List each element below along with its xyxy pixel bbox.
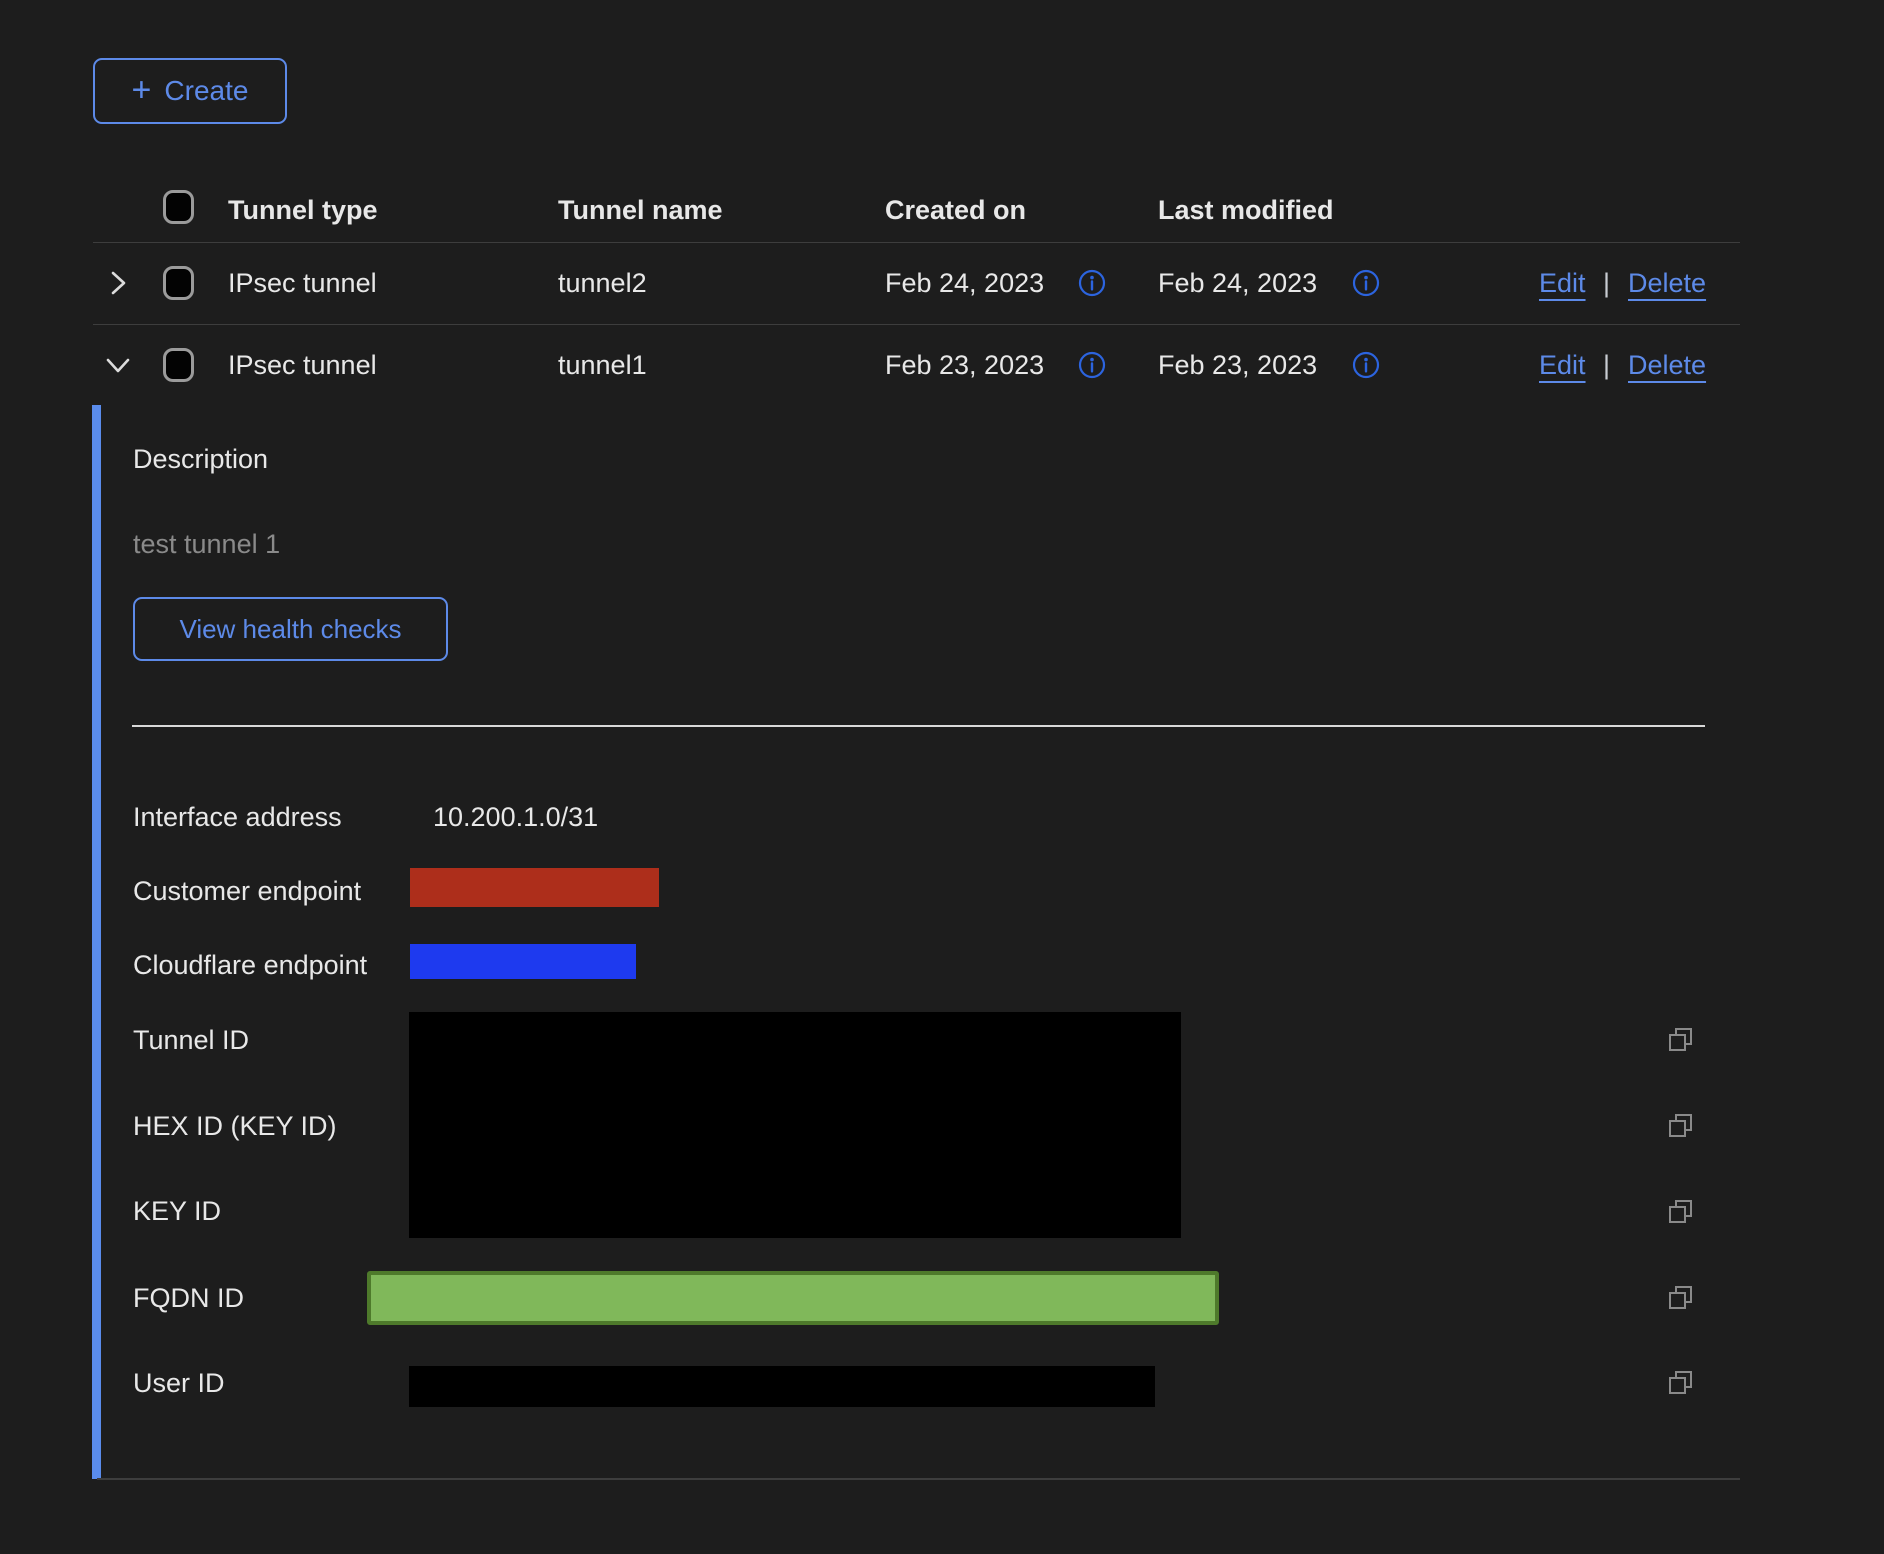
copy-icon[interactable] — [1666, 1282, 1696, 1312]
customer-endpoint-redacted-value — [410, 868, 659, 907]
tunnels-page: + Create Tunnel type Tunnel name Created… — [0, 0, 1884, 1554]
col-header-tunnel-type: Tunnel type — [228, 193, 378, 227]
key-id-label: KEY ID — [133, 1194, 221, 1228]
info-icon[interactable] — [1352, 351, 1380, 379]
user-id-redacted-value — [409, 1366, 1155, 1407]
delete-link[interactable]: Delete — [1628, 348, 1706, 382]
col-header-tunnel-name: Tunnel name — [558, 193, 723, 227]
description-label: Description — [133, 442, 268, 476]
plus-icon: + — [132, 73, 152, 107]
hex-id-label: HEX ID (KEY ID) — [133, 1109, 337, 1143]
select-all-checkbox[interactable] — [163, 190, 194, 224]
tunnel-id-label: Tunnel ID — [133, 1023, 249, 1057]
user-id-label: User ID — [133, 1366, 225, 1400]
chevron-down-icon[interactable] — [102, 349, 134, 381]
interface-address-label: Interface address — [133, 800, 342, 834]
copy-icon[interactable] — [1666, 1367, 1696, 1397]
created-on-cell: Feb 24, 2023 — [885, 266, 1044, 300]
tunnel-type-cell: IPsec tunnel — [228, 348, 377, 382]
section-divider — [132, 725, 1705, 727]
customer-endpoint-label: Customer endpoint — [133, 874, 361, 908]
last-modified-cell: Feb 23, 2023 — [1158, 348, 1317, 382]
action-separator: | — [1603, 348, 1610, 382]
view-health-checks-button[interactable]: View health checks — [133, 597, 448, 661]
col-header-created-on: Created on — [885, 193, 1026, 227]
fqdn-id-redacted-value — [367, 1271, 1219, 1325]
cloudflare-endpoint-label: Cloudflare endpoint — [133, 948, 367, 982]
row-checkbox[interactable] — [163, 266, 194, 300]
info-icon[interactable] — [1078, 351, 1106, 379]
description-value: test tunnel 1 — [133, 527, 280, 561]
col-header-last-modified: Last modified — [1158, 193, 1334, 227]
action-separator: | — [1603, 266, 1610, 300]
row-checkbox[interactable] — [163, 348, 194, 382]
table-row-tunnel1: IPsec tunnel tunnel1 Feb 23, 2023 Feb 23… — [93, 324, 1740, 406]
interface-address-value: 10.200.1.0/31 — [433, 800, 598, 834]
last-modified-cell: Feb 24, 2023 — [1158, 266, 1317, 300]
chevron-right-icon[interactable] — [102, 267, 134, 299]
edit-link[interactable]: Edit — [1539, 266, 1586, 300]
created-on-cell: Feb 23, 2023 — [885, 348, 1044, 382]
info-icon[interactable] — [1078, 269, 1106, 297]
table-bottom-divider — [97, 1478, 1740, 1480]
copy-icon[interactable] — [1666, 1110, 1696, 1140]
create-button[interactable]: + Create — [93, 58, 287, 124]
tunnel-name-cell: tunnel1 — [558, 348, 647, 382]
cloudflare-endpoint-redacted-value — [410, 944, 636, 979]
info-icon[interactable] — [1352, 269, 1380, 297]
fqdn-id-label: FQDN ID — [133, 1281, 244, 1315]
ids-redacted-value-block — [409, 1012, 1181, 1238]
tunnel-type-cell: IPsec tunnel — [228, 266, 377, 300]
tunnel-name-cell: tunnel2 — [558, 266, 647, 300]
table-row-tunnel2: IPsec tunnel tunnel2 Feb 24, 2023 Feb 24… — [93, 242, 1740, 324]
edit-link[interactable]: Edit — [1539, 348, 1586, 382]
copy-icon[interactable] — [1666, 1024, 1696, 1054]
delete-link[interactable]: Delete — [1628, 266, 1706, 300]
create-button-label: Create — [164, 75, 248, 107]
copy-icon[interactable] — [1666, 1196, 1696, 1226]
tunnel-details-panel: Description test tunnel 1 View health ch… — [0, 405, 1884, 1479]
